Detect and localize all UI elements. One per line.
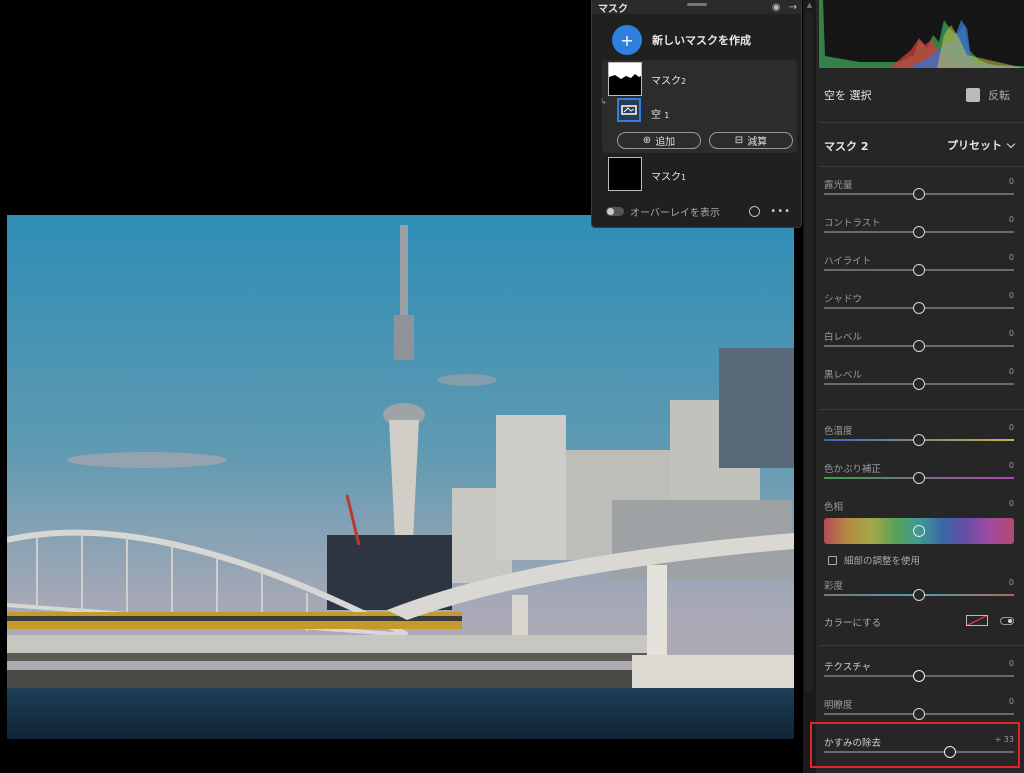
- fine-adjust-checkbox[interactable]: 細部の調整を使用: [828, 553, 920, 567]
- scroll-up-icon[interactable]: ▲: [805, 1, 814, 10]
- checkbox-icon[interactable]: [828, 555, 837, 565]
- photo-preview[interactable]: [7, 215, 794, 739]
- blacks-slider[interactable]: 黒レベル 0: [824, 367, 1014, 395]
- colorize-label: カラーにする: [824, 618, 882, 629]
- saturation-slider[interactable]: 彩度 0: [824, 578, 1014, 606]
- colorize-toggle[interactable]: [1000, 617, 1014, 625]
- hue-label-row: 色相 0: [824, 499, 1014, 513]
- preset-dropdown[interactable]: プリセット: [947, 137, 1016, 153]
- mask-panel: マスク ◉ → + 新しいマスクを作成 マスク2 ↳ 空 1 ⊕ 追加 ⊟ 減算…: [591, 0, 802, 228]
- divider: [819, 645, 1024, 646]
- shadows-slider[interactable]: シャドウ 0: [824, 291, 1014, 319]
- slider-knob[interactable]: [913, 434, 925, 446]
- overlay-toggle[interactable]: [606, 206, 624, 216]
- whites-slider[interactable]: 白レベル 0: [824, 329, 1014, 357]
- temperature-slider[interactable]: 色温度 0: [824, 423, 1014, 451]
- mask-panel-title: マスク: [598, 3, 628, 15]
- subtract-button[interactable]: ⊟ 減算: [709, 132, 793, 149]
- arrow-right-icon[interactable]: →: [789, 2, 797, 13]
- dehaze-highlight-box: [810, 722, 1020, 768]
- drag-handle-icon[interactable]: [687, 3, 707, 6]
- select-sky-row: 空を 選択 反転: [816, 80, 1024, 110]
- slider-knob[interactable]: [913, 188, 925, 200]
- right-panel: ▲ 空を 選択 反転 マスク 2 プリセット 露光量 0 コントラスト 0 ハイ…: [803, 0, 1024, 773]
- plus-icon[interactable]: +: [612, 25, 642, 55]
- clarity-slider[interactable]: 明瞭度 0: [824, 697, 1014, 725]
- slider-knob[interactable]: [913, 708, 925, 720]
- chevron-down-icon: [1006, 139, 1016, 148]
- select-sky-label: 空を 選択: [824, 89, 872, 102]
- scrollbar[interactable]: ▲: [803, 0, 816, 773]
- contrast-slider[interactable]: コントラスト 0: [824, 215, 1014, 243]
- add-button[interactable]: ⊕ 追加: [617, 132, 701, 149]
- scrollbar-thumb[interactable]: [805, 12, 814, 692]
- invert-button[interactable]: 反転: [966, 87, 1010, 103]
- highlights-slider[interactable]: ハイライト 0: [824, 253, 1014, 281]
- tint-slider[interactable]: 色かぶり補正 0: [824, 461, 1014, 489]
- subtract-mask-icon: ⊟: [734, 135, 744, 146]
- mask-section-title: マスク 2: [824, 140, 869, 153]
- mask-2-thumbnail[interactable]: [608, 62, 642, 96]
- mask-panel-header[interactable]: マスク ◉ →: [592, 0, 801, 15]
- divider: [819, 122, 1024, 123]
- mask-2-label: マスク2: [651, 76, 687, 87]
- overlay-row: オーバーレイを表示 •••: [606, 204, 791, 219]
- slider-knob[interactable]: [913, 264, 925, 276]
- slider-knob[interactable]: [913, 302, 925, 314]
- eye-icon[interactable]: ◉: [772, 2, 781, 13]
- slider-knob[interactable]: [913, 589, 925, 601]
- divider: [819, 409, 1024, 410]
- hue-slider[interactable]: [824, 518, 1014, 544]
- create-new-mask-label: 新しいマスクを作成: [652, 34, 751, 47]
- slider-knob[interactable]: [913, 472, 925, 484]
- more-options-icon[interactable]: •••: [770, 206, 791, 217]
- mask-2-group[interactable]: マスク2 ↳ 空 1 ⊕ 追加 ⊟ 減算: [600, 60, 797, 153]
- slider-knob[interactable]: [913, 226, 925, 238]
- slider-knob[interactable]: [913, 340, 925, 352]
- slider-knob[interactable]: [913, 378, 925, 390]
- texture-slider[interactable]: テクスチャ 0: [824, 659, 1014, 687]
- photo-image: [7, 215, 794, 739]
- overlay-color-icon[interactable]: [749, 205, 761, 217]
- colorize-row: カラーにする: [824, 615, 1014, 629]
- create-new-mask-button[interactable]: + 新しいマスクを作成: [592, 14, 801, 56]
- exposure-slider[interactable]: 露光量 0: [824, 177, 1014, 205]
- add-mask-icon: ⊕: [642, 135, 652, 146]
- sky-component-thumbnail[interactable]: [617, 98, 641, 122]
- slider-knob[interactable]: [913, 670, 925, 682]
- invert-icon[interactable]: [966, 88, 980, 102]
- component-link-icon: ↳: [600, 97, 607, 106]
- mask-1-label[interactable]: マスク1: [651, 168, 686, 183]
- histogram: [819, 0, 1024, 68]
- hue-slider-knob[interactable]: [913, 525, 925, 537]
- overlay-label: オーバーレイを表示: [630, 207, 720, 219]
- colorize-swatch[interactable]: [966, 615, 988, 626]
- sky-component-label: 空 1: [651, 110, 670, 121]
- divider: [819, 166, 1024, 167]
- mask-1-thumbnail[interactable]: [608, 157, 642, 191]
